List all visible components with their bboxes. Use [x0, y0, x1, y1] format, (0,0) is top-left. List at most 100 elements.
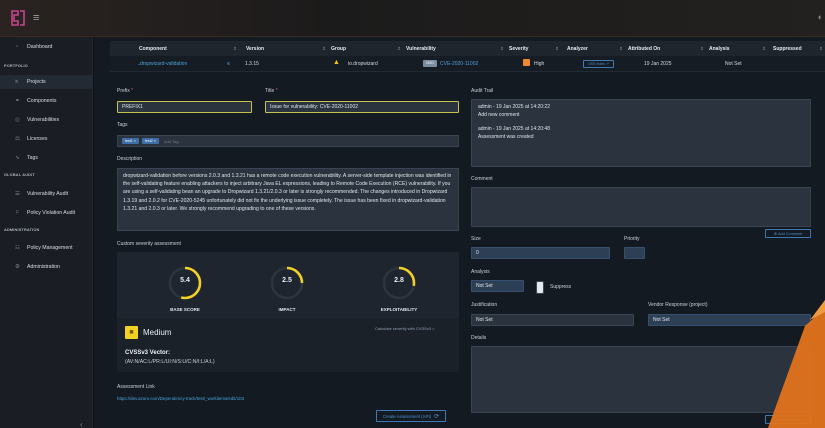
size-label: Size [471, 236, 481, 242]
sidebar-item-label: Administration [27, 264, 60, 270]
tag-chip[interactable]: test1 × [122, 138, 139, 144]
sidebar-item-label: Policy Violation Audit [27, 210, 76, 216]
vector-heading: CVSSv3 Vector: [125, 350, 171, 356]
collapse-sidebar-icon[interactable]: ‹ [80, 420, 83, 428]
sort-icon[interactable]: ⇕ [619, 46, 623, 52]
impact-label: IMPACT [278, 307, 296, 312]
column-header-version[interactable]: Version [246, 46, 264, 52]
column-header-analysis[interactable]: Analysis [709, 46, 730, 52]
column-header-component[interactable]: Component [139, 46, 167, 52]
user-icon[interactable]: ◐ [818, 12, 823, 22]
justification-select[interactable]: Not Set [471, 314, 634, 326]
severity-panel: 5.4 BASE SCORE 2.5 IMPACT 2.8 EXPLOITABI… [117, 252, 459, 372]
calculate-severity-link[interactable]: Calculate severity with CVSSv3 > [375, 326, 434, 331]
base-score-label: BASE SCORE [170, 307, 200, 312]
base-score-value: 5.4 [180, 277, 190, 284]
sidebar-item-label: Vulnerabilities [27, 117, 60, 123]
update-details-button[interactable]: ⊙ Update Details [765, 415, 811, 424]
table-header: Component ⇕ Version ⇕ Group ⇕ Vulnerabil… [110, 41, 825, 56]
dashboard-icon: ◔ [15, 44, 19, 50]
title-label-text: Title [265, 88, 275, 94]
sidebar-item-projects[interactable]: ⩙ Projects [0, 75, 93, 89]
vendor-response-select[interactable]: Not Set [648, 314, 811, 326]
score-gauges: 5.4 BASE SCORE 2.5 IMPACT 2.8 EXPLOITABI… [117, 252, 459, 318]
prefix-input[interactable]: PREFIX1 [117, 101, 252, 113]
main-content: Component ⇕ Version ⇕ Group ⇕ Vulnerabil… [94, 37, 825, 428]
tags-label: Tags [117, 122, 128, 128]
sidebar-item-policy-management[interactable]: ☷ Policy Management [0, 241, 93, 255]
sort-icon[interactable]: ⇕ [322, 46, 326, 52]
severity-high-icon [523, 59, 530, 66]
size-input[interactable]: 0 [471, 247, 610, 259]
analyzer-button[interactable]: OSS Index ↗ [583, 60, 614, 68]
sidebar-item-label: Policy Management [27, 245, 73, 251]
priority-label: Priority [624, 236, 640, 242]
component-link[interactable]: dropwizard-validation [140, 61, 187, 67]
component-tree-icon[interactable]: ⩙ [227, 61, 230, 67]
table-row[interactable]: ⌄ dropwizard-validation ⩙ 1.3.15 ▲ io.dr… [110, 56, 825, 72]
sort-icon[interactable]: ⇕ [700, 46, 704, 52]
add-comment-label: Add Comment [777, 231, 803, 236]
sidebar-item-dashboard[interactable]: ◔ Dashboard [0, 40, 93, 54]
column-header-attributed-on[interactable]: Attributed On [628, 46, 660, 52]
details-label: Details [471, 335, 487, 341]
update-details-label: Update Details [777, 417, 803, 422]
severity-label: Medium [143, 328, 172, 337]
column-header-analyzer[interactable]: Analyzer [567, 46, 588, 52]
vendor-response-label: Vendor Response (project) [648, 302, 708, 308]
sort-icon[interactable]: ⇕ [555, 46, 559, 52]
projects-icon: ⩙ [15, 78, 19, 85]
vuln-source-badge: NVD [423, 60, 437, 67]
tag-chip-label: test1 [125, 139, 133, 143]
sort-icon[interactable]: ⇕ [233, 46, 237, 52]
sidebar-item-vulnerability-audit[interactable]: ☰ Vulnerability Audit [0, 187, 93, 201]
tags-icon: ➘ [15, 155, 20, 161]
hamburger-menu-icon[interactable]: ≡ [33, 13, 39, 24]
add-comment-button[interactable]: ⊕ Add Comment [765, 229, 811, 238]
analysis-label: Analysis [471, 269, 490, 275]
administration-icon: ⚙ [15, 264, 20, 270]
sidebar-item-tags[interactable]: ➘ Tags [0, 151, 93, 165]
suppress-label: Suppress [550, 284, 572, 290]
audit-icon: ☰ [15, 191, 20, 197]
sidebar-item-components[interactable]: ⚭ Components [0, 94, 93, 108]
sidebar-item-administration[interactable]: ⚙ Administration [0, 260, 93, 274]
sort-icon[interactable]: ⇕ [397, 46, 401, 52]
sidebar-heading-administration: ADMINISTRATION [4, 228, 40, 232]
column-header-severity[interactable]: Severity [509, 46, 528, 52]
comment-field[interactable] [471, 187, 811, 227]
analysis-select[interactable]: Not Set [471, 280, 524, 292]
version-cell: 1.3.15 [245, 61, 259, 67]
sort-icon[interactable]: ⇕ [819, 46, 823, 52]
app-logo-icon[interactable] [10, 9, 26, 27]
column-header-vulnerability[interactable]: Vulnerability [406, 46, 436, 52]
sort-icon[interactable]: ⇕ [500, 46, 504, 52]
create-assessment-button[interactable]: Create Assessment (API) ⟳ [376, 410, 446, 422]
tags-input[interactable]: test1 × test2 × Add Tag... [117, 135, 459, 147]
sidebar-heading-portfolio: PORTFOLIO [4, 64, 28, 68]
sidebar-item-vulnerabilities[interactable]: ◎ Vulnerabilities [0, 113, 93, 127]
sidebar-item-label: Components [27, 98, 57, 104]
exploitability-label: EXPLOITABILITY [380, 307, 418, 312]
sidebar-item-licenses[interactable]: ⚖ Licenses [0, 132, 93, 146]
suppress-toggle[interactable] [536, 281, 544, 294]
plus-icon: ⊕ [773, 232, 777, 236]
title-label: Title * [265, 88, 278, 94]
sort-icon[interactable]: ⇕ [762, 46, 766, 52]
description-field[interactable]: dropwizard-validation before versions 2.… [117, 168, 459, 231]
severity-indicator: ■ Medium [125, 326, 171, 339]
tag-chip[interactable]: test2 × [141, 138, 159, 144]
priority-select[interactable] [624, 247, 645, 259]
details-field[interactable] [471, 346, 811, 413]
attributed-on-cell: 19 Jan 2025 [644, 61, 672, 67]
sidebar-item-policy-violation-audit[interactable]: ⚐ Policy Violation Audit [0, 206, 93, 220]
vulnerability-link[interactable]: CVE-2020-11002 [440, 61, 478, 67]
analyzer-label: OSS Index [588, 62, 606, 66]
title-input[interactable]: Issue for vulnerability: CVE-2020-11002 [265, 101, 459, 113]
column-header-suppressed[interactable]: Suppressed [773, 46, 802, 52]
policy-violation-icon: ⚐ [15, 210, 20, 216]
components-icon: ⚭ [15, 98, 20, 104]
assessment-link[interactable]: https://dev.azure.com/Dependency-track/t… [117, 396, 244, 401]
column-header-group[interactable]: Group [331, 46, 346, 52]
tag-chip-label: test2 [144, 139, 153, 143]
